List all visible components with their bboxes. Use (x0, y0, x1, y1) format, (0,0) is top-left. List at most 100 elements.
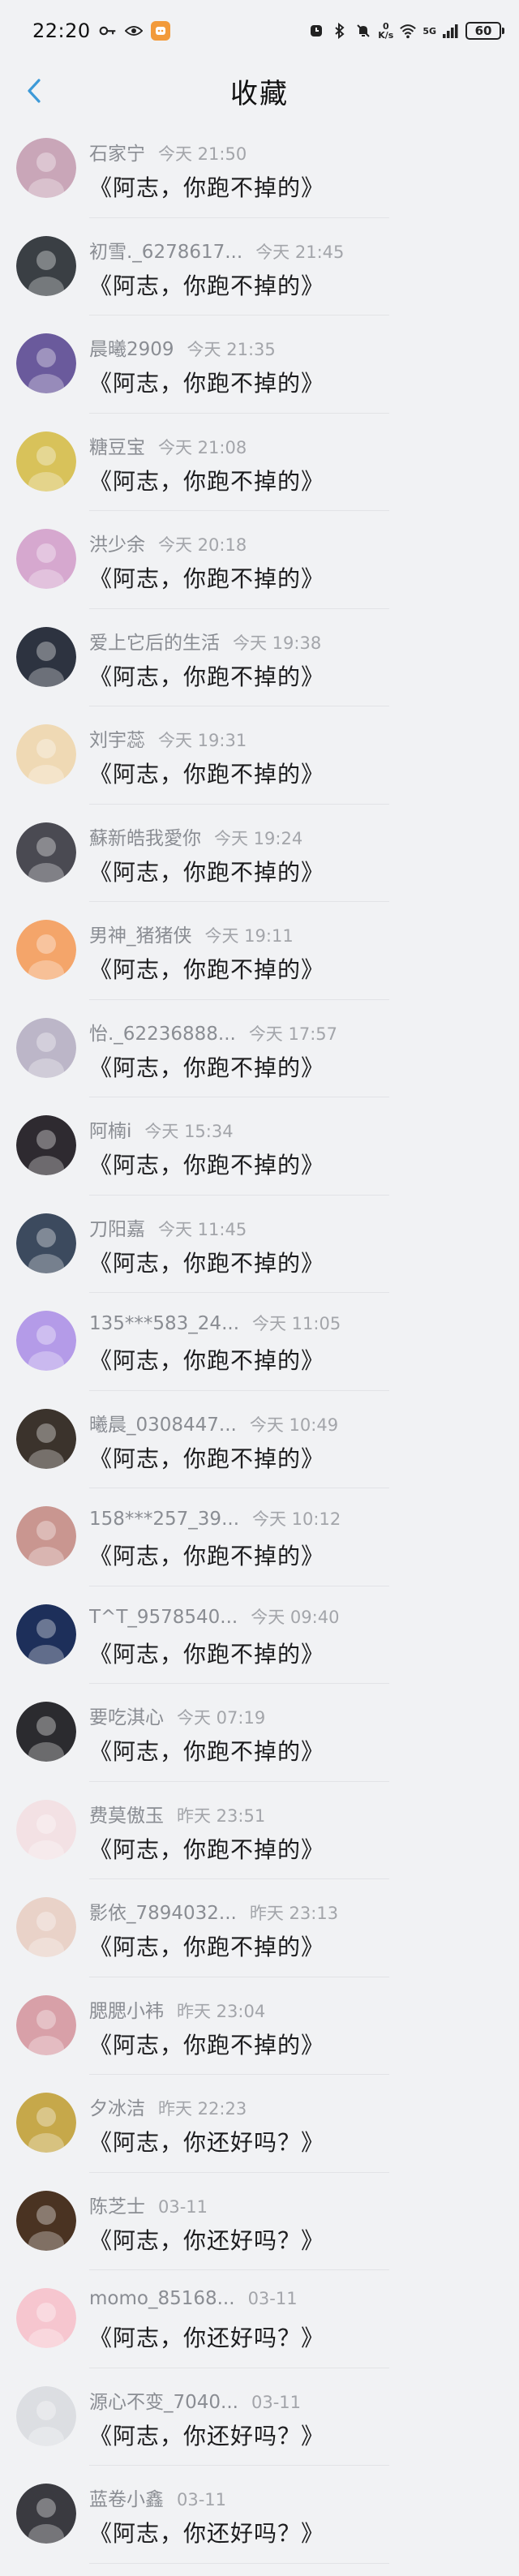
chevron-left-icon (28, 79, 41, 103)
avatar[interactable] (16, 2093, 76, 2153)
item-text: 135***583_24... 今天 11:05 《阿志，你跑不掉的》 (89, 1311, 341, 1376)
avatar[interactable] (16, 1017, 76, 1078)
favorite-item[interactable]: 腮腮小袆 昨天 23:04 《阿志，你跑不掉的》 (0, 1977, 519, 2076)
user-name[interactable]: 源心不变_7040... (89, 2386, 238, 2414)
avatar[interactable] (16, 1799, 76, 1860)
avatar[interactable] (16, 1897, 76, 1957)
favorite-item[interactable]: 费莫傲玉 昨天 23:51 《阿志，你跑不掉的》 (0, 1782, 519, 1880)
avatar[interactable] (16, 920, 76, 980)
avatar[interactable] (16, 1311, 76, 1371)
favorite-time: 今天 19:38 (233, 633, 322, 653)
item-meta: 晨曦2909 今天 21:35 (89, 333, 324, 361)
favorite-title: 《阿志，你还好吗？》 (89, 2325, 325, 2351)
avatar[interactable] (16, 2190, 76, 2251)
avatar[interactable] (16, 529, 76, 589)
user-name[interactable]: 要吃淇心 (89, 1702, 164, 1729)
item-text: 陈芝士 03-11 《阿志，你还好吗？》 (89, 2191, 324, 2256)
avatar[interactable] (16, 1408, 76, 1469)
favorite-item[interactable]: 男神_猪猪侠 今天 19:11 《阿志，你跑不掉的》 (0, 902, 519, 1000)
avatar[interactable] (16, 1604, 76, 1664)
user-name[interactable]: 蓝卷小鑫 (89, 2484, 164, 2511)
favorite-item[interactable]: 石家宁 今天 21:50 《阿志，你跑不掉的》 (0, 120, 519, 218)
favorite-item[interactable]: 陈芝士 03-11 《阿志，你还好吗？》 (0, 2173, 519, 2271)
avatar[interactable] (16, 235, 76, 296)
user-name[interactable]: 刀阳嘉 (89, 1213, 145, 1241)
favorite-item[interactable]: 蘇新皓我愛你 今天 19:24 《阿志，你跑不掉的》 (0, 805, 519, 903)
item-text: 刘宇蕊 今天 19:31 《阿志，你跑不掉的》 (89, 724, 324, 789)
favorite-item[interactable]: momo_85168... 03-11 《阿志，你还好吗？》 (0, 2270, 519, 2368)
favorite-item[interactable]: 晨曦2909 今天 21:35 《阿志，你跑不掉的》 (0, 316, 519, 414)
favorite-time: 今天 21:08 (158, 437, 247, 457)
user-name[interactable]: 腮腮小袆 (89, 1995, 164, 2023)
favorite-item[interactable]: 158***257_39... 今天 10:12 《阿志，你跑不掉的》 (0, 1488, 519, 1586)
favorite-item[interactable]: 要吃淇心 今天 07:19 《阿志，你跑不掉的》 (0, 1684, 519, 1782)
favorite-item[interactable]: 影依_7894032... 昨天 23:13 《阿志，你跑不掉的》 (0, 1879, 519, 1977)
favorite-item[interactable]: 爱上它后的生活 今天 19:38 《阿志，你跑不掉的》 (0, 609, 519, 707)
avatar[interactable] (16, 333, 76, 393)
user-name[interactable]: 糖豆宝 (89, 431, 145, 459)
favorite-item[interactable]: T^T_9578540... 今天 09:40 《阿志，你跑不掉的》 (0, 1586, 519, 1685)
user-name[interactable]: 晨曦2909 (89, 333, 174, 361)
favorite-title: 《阿志，你跑不掉的》 (89, 663, 325, 690)
favorite-item[interactable]: 初雪._6278617... 今天 21:45 《阿志，你跑不掉的》 (0, 218, 519, 316)
favorite-item[interactable]: 怡._62236888... 今天 17:57 《阿志，你跑不掉的》 (0, 1000, 519, 1098)
user-name[interactable]: 158***257_39... (89, 1509, 239, 1530)
avatar[interactable] (16, 1506, 76, 1566)
avatar[interactable] (16, 431, 76, 492)
user-name[interactable]: T^T_9578540... (89, 1607, 238, 1628)
favorite-item[interactable]: 洪少余 今天 20:18 《阿志，你跑不掉的》 (0, 511, 519, 609)
user-name[interactable]: 爱上它后的生活 (89, 627, 220, 655)
item-text: 要吃淇心 今天 07:19 《阿志，你跑不掉的》 (89, 1702, 324, 1767)
user-name[interactable]: 影依_7894032... (89, 1897, 237, 1925)
avatar[interactable] (16, 724, 76, 784)
favorite-title: 《阿志，你跑不掉的》 (89, 2031, 325, 2059)
item-text: momo_85168... 03-11 《阿志，你还好吗？》 (89, 2288, 324, 2353)
avatar[interactable] (16, 2385, 76, 2446)
favorite-time: 今天 21:50 (158, 144, 247, 164)
avatar[interactable] (16, 822, 76, 882)
user-name[interactable]: 蘇新皓我愛你 (89, 822, 201, 850)
user-name[interactable]: 洪少余 (89, 529, 145, 556)
user-name[interactable]: momo_85168... (89, 2288, 235, 2309)
avatar[interactable] (16, 138, 76, 198)
avatar[interactable] (16, 1702, 76, 1762)
user-name[interactable]: 怡._62236888... (89, 1018, 236, 1045)
item-meta: 腮腮小袆 昨天 23:04 (89, 1995, 324, 2023)
favorite-title: 《阿志，你跑不掉的》 (89, 1934, 325, 1960)
user-name[interactable]: 男神_猪猪侠 (89, 920, 192, 947)
user-name[interactable]: 阿楠i (89, 1115, 131, 1143)
favorite-item[interactable]: 糖豆宝 今天 21:08 《阿志，你跑不掉的》 (0, 414, 519, 512)
favorite-item[interactable]: 135***583_24... 今天 11:05 《阿志，你跑不掉的》 (0, 1293, 519, 1391)
favorite-title: 《阿志，你跑不掉的》 (89, 1835, 325, 1863)
battery-indicator: 60 (465, 22, 504, 40)
user-name[interactable]: 初雪._6278617... (89, 236, 242, 264)
user-name[interactable]: 曦晨_0308447... (89, 1409, 237, 1436)
avatar[interactable] (16, 1994, 76, 2055)
user-name[interactable]: 陈芝士 (89, 2191, 145, 2218)
favorite-item[interactable]: 夕冰洁 昨天 22:23 《阿志，你还好吗？》 (0, 2075, 519, 2173)
avatar[interactable] (16, 1213, 76, 1273)
user-name[interactable]: 费莫傲玉 (89, 1800, 164, 1827)
avatar[interactable] (16, 2484, 76, 2544)
back-button[interactable] (11, 68, 57, 114)
item-text: T^T_9578540... 今天 09:40 《阿志，你跑不掉的》 (89, 1604, 339, 1669)
user-name[interactable]: 夕冰洁 (89, 2093, 145, 2120)
favorite-item[interactable]: 刀阳嘉 今天 11:45 《阿志，你跑不掉的》 (0, 1196, 519, 1294)
favorite-item[interactable]: 源心不变_7040... 03-11 《阿志，你还好吗？》 (0, 2368, 519, 2467)
favorite-item[interactable]: 曦晨_0308447... 今天 10:49 《阿志，你跑不掉的》 (0, 1391, 519, 1489)
avatar[interactable] (16, 2288, 76, 2348)
item-text: 曦晨_0308447... 今天 10:49 《阿志，你跑不掉的》 (89, 1409, 338, 1474)
item-meta: 洪少余 今天 20:18 (89, 529, 324, 556)
user-name[interactable]: 135***583_24... (89, 1313, 239, 1334)
item-meta: 刀阳嘉 今天 11:45 (89, 1213, 324, 1241)
avatar[interactable] (16, 1115, 76, 1175)
item-text: 源心不变_7040... 03-11 《阿志，你还好吗？》 (89, 2386, 324, 2451)
favorite-item[interactable]: 蓝卷小鑫 03-11 《阿志，你还好吗？》 (0, 2466, 519, 2564)
user-name[interactable]: 石家宁 (89, 138, 145, 165)
page-title: 收藏 (230, 77, 289, 110)
user-name[interactable]: 刘宇蕊 (89, 724, 145, 752)
favorite-item[interactable]: 刘宇蕊 今天 19:31 《阿志，你跑不掉的》 (0, 706, 519, 805)
avatar[interactable] (16, 626, 76, 687)
item-text: 糖豆宝 今天 21:08 《阿志，你跑不掉的》 (89, 431, 324, 496)
favorite-item[interactable]: 阿楠i 今天 15:34 《阿志，你跑不掉的》 (0, 1097, 519, 1196)
